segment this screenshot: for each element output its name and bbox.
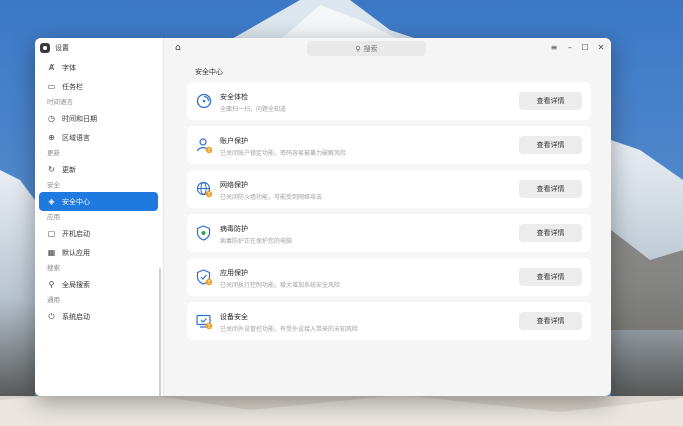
sidebar-scrollbar[interactable] [159,268,161,396]
maximize-icon[interactable]: ☐ [579,42,591,54]
settings-app-icon [40,43,50,53]
security-card: 设备安全已关闭外设管控功能，有受外设接入带来的未知风险 查看详情 [187,302,591,340]
sidebar-item-label: 时间和日期 [62,114,97,123]
security-card: 病毒防护病毒防护正在保护您的电脑 查看详情 [187,214,591,252]
update-icon: ↻ [48,165,55,174]
minimize-icon[interactable]: – [564,42,576,54]
view-details-button[interactable]: 查看详情 [519,92,582,110]
sidebar-group-label: 安全 [47,181,60,189]
titlebar: ⌂ ⚲ 搜索 ≡ – ☐ ✕ [164,38,611,58]
menu-icon[interactable]: ≡ [548,42,560,54]
shield-icon: ◈ [48,197,55,206]
sidebar-item[interactable]: ▭ 任务栏 [39,77,158,96]
card-title: 账户保护 [220,137,248,145]
sidebar-group-label: 更新 [47,149,60,157]
view-details-button[interactable]: 查看详情 [519,224,582,242]
search-icon: ⚲ [355,44,361,53]
sidebar-group-label: 时间语言 [47,98,73,106]
page-title: 安全中心 [195,68,223,76]
view-details-button[interactable]: 查看详情 [519,268,582,286]
sidebar-item[interactable]: ▦ 默认应用 [39,243,158,262]
account-icon [195,136,213,154]
globe-icon: ⊕ [48,133,55,142]
sidebar-item[interactable]: ▢ 开机启动 [39,224,158,243]
card-description: 已关闭防火墙功能，可能受到网络攻击 [220,194,323,201]
sidebar-item-label: 全局搜索 [62,280,90,289]
search-placeholder: 搜索 [363,44,378,53]
security-card: 应用保护已关闭执行控制功能，极大增加系统安全风险 查看详情 [187,258,591,296]
font-icon: Ⱥ [48,63,55,72]
sidebar-item-label: 安全中心 [62,197,90,206]
startup-icon: ▢ [47,229,56,238]
main-content: 安全中心 安全体检 全面扫一扫，问题全知道 查看详情 账户保护 已关闭账户锁定功能，密码… [164,58,611,396]
card-title: 病毒防护 [220,225,248,233]
card-description: 病毒防护正在保护您的电脑 [220,238,293,245]
settings-window: 设置 Ⱥ 字体 ▭ 任务栏 时间语言 ◷ 时间和日期 ⊕ 区域语言 更新 ↻ 更新 安全 ◈ 安全中心 应用 ▢… [35,38,611,396]
security-card: 网络保护已关闭防火墙功能，可能受到网络攻击 查看详情 [187,170,591,208]
sidebar-item[interactable]: ⚲ 全局搜索 [39,275,158,294]
card-title: 网络保护 [220,181,248,189]
view-details-button[interactable]: 查看详情 [519,136,582,154]
virus-shield-icon [195,224,213,242]
device-icon [195,312,213,330]
sidebar-item-label: 开机启动 [62,229,90,238]
card-title: 设备安全 [220,313,248,321]
app-shield-icon [195,268,213,286]
sidebar-item-label: 更新 [62,165,76,174]
search-icon: ⚲ [48,280,55,289]
taskbar-icon: ▭ [47,82,56,91]
sidebar-nav: Ⱥ 字体 ▭ 任务栏 时间语言 ◷ 时间和日期 ⊕ 区域语言 更新 ↻ 更新 安全 ◈ 安全中心 应用 ▢ 开机启… [35,58,164,326]
sidebar-item[interactable]: ⏻ 系统启动 [39,307,158,326]
view-details-button[interactable]: 查看详情 [519,312,582,330]
sidebar-group-label: 应用 [47,213,60,221]
view-details-button[interactable]: 查看详情 [519,180,582,198]
security-card: 账户保护已关闭账户锁定功能，密码容易被暴力破解风险 查看详情 [187,126,591,164]
sidebar-group-label: 通用 [47,296,60,304]
sidebar-item-label: 任务栏 [62,82,83,91]
search-input[interactable]: ⚲ 搜索 [307,41,426,56]
network-icon [195,180,213,198]
scan-icon [195,92,213,110]
card-title: 安全体检 [220,93,248,101]
grid-icon: ▦ [47,248,56,257]
sidebar-group-label: 搜索 [47,264,60,272]
home-icon[interactable]: ⌂ [175,43,185,53]
clock-icon: ◷ [48,114,55,123]
sidebar-item[interactable]: ◈ 安全中心 [39,192,158,211]
sidebar-item-label: 系统启动 [62,312,90,321]
sidebar: 设置 Ⱥ 字体 ▭ 任务栏 时间语言 ◷ 时间和日期 ⊕ 区域语言 更新 ↻ 更新 安全 ◈ 安全中心 应用 ▢… [35,38,164,396]
sidebar-item-label: 默认应用 [62,248,90,257]
card-description: 已关闭外设管控功能，有受外设接入带来的未知风险 [220,326,359,333]
sidebar-item[interactable]: Ⱥ 字体 [39,58,158,77]
sidebar-item[interactable]: ↻ 更新 [39,160,158,179]
close-icon[interactable]: ✕ [595,42,607,54]
card-description: 全面扫一扫，问题全知道 [220,106,287,113]
sidebar-item-label: 字体 [62,63,76,72]
sidebar-item[interactable]: ⊕ 区域语言 [39,128,158,147]
card-description: 已关闭账户锁定功能，密码容易被暴力破解风险 [220,150,347,157]
sidebar-item[interactable]: ◷ 时间和日期 [39,109,158,128]
app-title: 设置 [55,44,69,52]
security-card: 安全体检全面扫一扫，问题全知道 查看详情 [187,82,591,120]
card-title: 应用保护 [220,269,248,277]
card-description: 已关闭执行控制功能，极大增加系统安全风险 [220,282,341,289]
sidebar-header: 设置 [35,38,163,58]
power-icon: ⏻ [48,311,55,321]
sidebar-item-label: 区域语言 [62,133,90,142]
